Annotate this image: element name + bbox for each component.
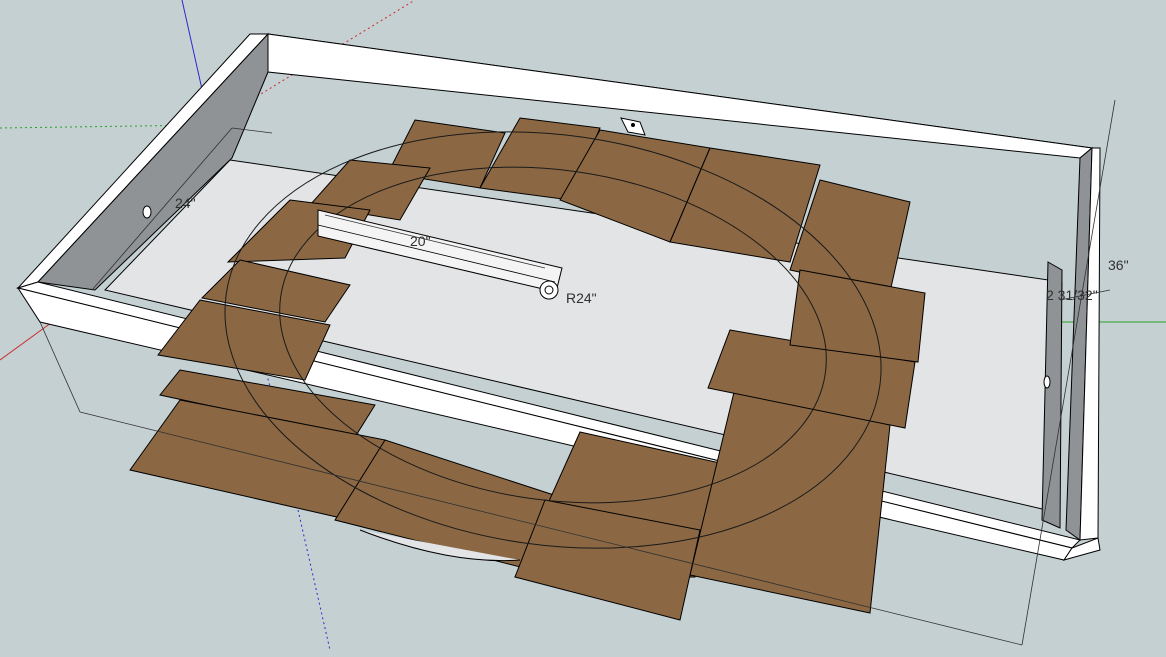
back-wall (267, 33, 1094, 159)
left-wall-hole (142, 205, 152, 219)
dim-label-frame-height: 36" (1108, 257, 1129, 273)
dim-label-frame-width: 24" (175, 195, 196, 211)
protractor-icon[interactable] (620, 117, 646, 136)
red-axis-solid (0, 319, 56, 361)
dim-label-arm-length: 20" (410, 233, 431, 249)
protractor-dot (631, 123, 635, 127)
sketchup-viewport[interactable]: 24" 20" R24" 36" 2 31/32" (0, 0, 1166, 652)
right-wall-hole (1043, 375, 1051, 389)
dim-bottom-ext (39, 321, 81, 413)
dim-label-side: 2 31/32" (1046, 287, 1098, 303)
pivot-center (544, 285, 554, 295)
model-canvas[interactable]: 24" 20" R24" 36" 2 31/32" (0, 0, 1166, 652)
dim-label-radius: R24" (566, 290, 597, 306)
